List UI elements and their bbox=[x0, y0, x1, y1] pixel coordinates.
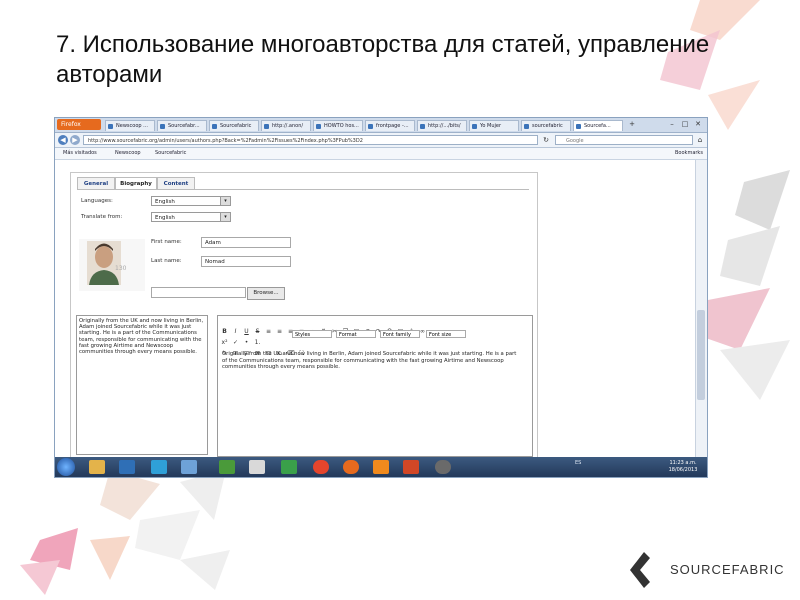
font-family-select[interactable]: Font family bbox=[380, 330, 420, 338]
browser-tab[interactable]: frontpage -... bbox=[365, 120, 415, 131]
vertical-scrollbar[interactable] bbox=[695, 160, 707, 457]
browser-tab-bar: Firefox Newscoop ... Sourcefabr... Sourc… bbox=[55, 118, 707, 133]
browser-tab[interactable]: Sourcefabric bbox=[209, 120, 259, 131]
browse-button[interactable]: Browse... bbox=[247, 287, 285, 300]
firefox-menu-button[interactable]: Firefox bbox=[57, 119, 101, 130]
slide-title: 7. Использование многоавторства для стат… bbox=[56, 31, 710, 88]
bookmark-item[interactable]: Sourcefabric bbox=[155, 148, 186, 159]
editor-toolbar-row: ✎ ⊞ ⊟ ⊠ ⊡ x₂ ⌫ ⛶ bbox=[220, 340, 530, 357]
first-name-label: First name: bbox=[151, 239, 182, 245]
styles-select[interactable]: Styles bbox=[292, 330, 332, 338]
maximize-icon[interactable]: □ bbox=[680, 119, 690, 129]
search-input[interactable]: Google bbox=[555, 135, 693, 145]
bookmarks-menu[interactable]: Bookmarks bbox=[675, 148, 703, 159]
browser-tab[interactable]: Newscoop ... bbox=[105, 120, 155, 131]
browser-tab[interactable]: HOWTO hos... bbox=[313, 120, 363, 131]
scrollbar-thumb[interactable] bbox=[697, 310, 705, 400]
sourcefabric-logo: SOURCEFABRIC bbox=[626, 548, 796, 590]
browser-tab[interactable]: Sourcefabr... bbox=[157, 120, 207, 131]
close-icon[interactable]: ✕ bbox=[693, 119, 703, 129]
last-name-label: Last name: bbox=[151, 258, 182, 264]
media-player-icon[interactable] bbox=[119, 460, 135, 474]
editor-toolbar-row: BIUS≡≡≡≡⇥❝✂❐▤↶↷Ω▣⚓∞— bbox=[220, 318, 530, 335]
vlc-icon[interactable] bbox=[373, 460, 389, 474]
url-bar[interactable]: http://www.sourcefabric.org/admin/users/… bbox=[83, 135, 538, 145]
author-photo: 130 bbox=[79, 239, 145, 291]
bookmark-item[interactable]: Newscoop bbox=[115, 148, 141, 159]
media-icon[interactable] bbox=[435, 460, 451, 474]
browser-tab[interactable]: http://.../bits/ bbox=[417, 120, 467, 131]
monitor-icon[interactable] bbox=[281, 460, 297, 474]
author-edit-panel: General Biography Content Languages: Eng… bbox=[70, 172, 538, 459]
forward-arrow-icon[interactable]: ▶ bbox=[70, 135, 80, 145]
author-photo-icon bbox=[87, 241, 121, 285]
home-icon[interactable]: ⌂ bbox=[695, 135, 705, 145]
browser-tab-active[interactable]: Sourcefa... bbox=[573, 120, 623, 131]
page-favicon-icon bbox=[108, 124, 113, 129]
start-button-icon[interactable] bbox=[57, 458, 75, 476]
files-icon[interactable] bbox=[181, 460, 197, 474]
chrome-icon[interactable] bbox=[313, 460, 329, 474]
powerpoint-icon[interactable] bbox=[403, 460, 419, 474]
page-favicon-icon bbox=[160, 124, 165, 129]
page-favicon-icon bbox=[316, 124, 321, 129]
biography-plain-text[interactable]: Originally from the UK and now living in… bbox=[76, 315, 208, 455]
page-favicon-icon bbox=[420, 124, 425, 129]
app-icon[interactable] bbox=[219, 460, 235, 474]
explorer-icon[interactable] bbox=[89, 460, 105, 474]
biography-rich-editor[interactable]: BIUS≡≡≡≡⇥❝✂❐▤↶↷Ω▣⚓∞— x²✓•1. Styles Forma… bbox=[217, 315, 533, 457]
tab-divider bbox=[77, 189, 529, 190]
page-favicon-icon bbox=[472, 124, 477, 129]
page-favicon-icon bbox=[524, 124, 529, 129]
page-favicon-icon bbox=[576, 124, 581, 129]
back-arrow-icon[interactable]: ◀ bbox=[58, 135, 68, 145]
new-tab-button[interactable]: + bbox=[627, 119, 637, 129]
firefox-icon[interactable] bbox=[343, 460, 359, 474]
minimize-icon[interactable]: – bbox=[667, 119, 677, 129]
skype-icon[interactable] bbox=[151, 460, 167, 474]
navigation-bar: ◀ ▶ http://www.sourcefabric.org/admin/us… bbox=[55, 133, 707, 148]
bookmarks-bar: Más visitados Newscoop Sourcefabric Book… bbox=[55, 148, 707, 160]
page-favicon-icon bbox=[264, 124, 269, 129]
page-content: General Biography Content Languages: Eng… bbox=[55, 160, 707, 459]
format-select[interactable]: Format bbox=[336, 330, 376, 338]
page-favicon-icon bbox=[368, 124, 373, 129]
bookmark-item[interactable]: Más visitados bbox=[63, 148, 97, 159]
chevron-down-icon: ▾ bbox=[220, 197, 230, 205]
translate-from-label: Translate from: bbox=[81, 214, 123, 220]
editor-body-text[interactable]: Originally from the UK and now living in… bbox=[222, 351, 522, 371]
sourcefabric-logo-icon bbox=[630, 552, 650, 588]
browser-tab[interactable]: sourcefabric bbox=[521, 120, 571, 131]
photo-size-label: 130 bbox=[115, 265, 127, 272]
chevron-down-icon: ▾ bbox=[220, 213, 230, 221]
font-size-select[interactable]: Font size bbox=[426, 330, 466, 338]
translate-from-select[interactable]: English ▾ bbox=[151, 212, 231, 222]
logo-text: SOURCEFABRIC bbox=[670, 562, 785, 577]
last-name-field[interactable]: Nomad bbox=[201, 256, 291, 267]
browser-tab[interactable]: http://.anon/ bbox=[261, 120, 311, 131]
languages-label: Languages: bbox=[81, 198, 113, 204]
system-clock[interactable]: 11:23 a.m. 18/06/2013 bbox=[661, 460, 705, 474]
browser-tab[interactable]: Yo Mujer bbox=[469, 120, 519, 131]
browser-screenshot: Firefox Newscoop ... Sourcefabr... Sourc… bbox=[54, 117, 708, 478]
languages-select[interactable]: English ▾ bbox=[151, 196, 231, 206]
editor-toolbar-row: x² ✓ • 1. Styles Format Font family Font si… bbox=[220, 329, 530, 346]
reload-icon[interactable]: ↻ bbox=[541, 135, 551, 145]
page-favicon-icon bbox=[212, 124, 217, 129]
photo-file-field[interactable] bbox=[151, 287, 246, 298]
document-icon[interactable] bbox=[249, 460, 265, 474]
language-indicator[interactable]: ES bbox=[575, 460, 581, 466]
windows-taskbar: ES 11:23 a.m. 18/06/2013 bbox=[55, 457, 707, 477]
first-name-field[interactable]: Adam bbox=[201, 237, 291, 248]
